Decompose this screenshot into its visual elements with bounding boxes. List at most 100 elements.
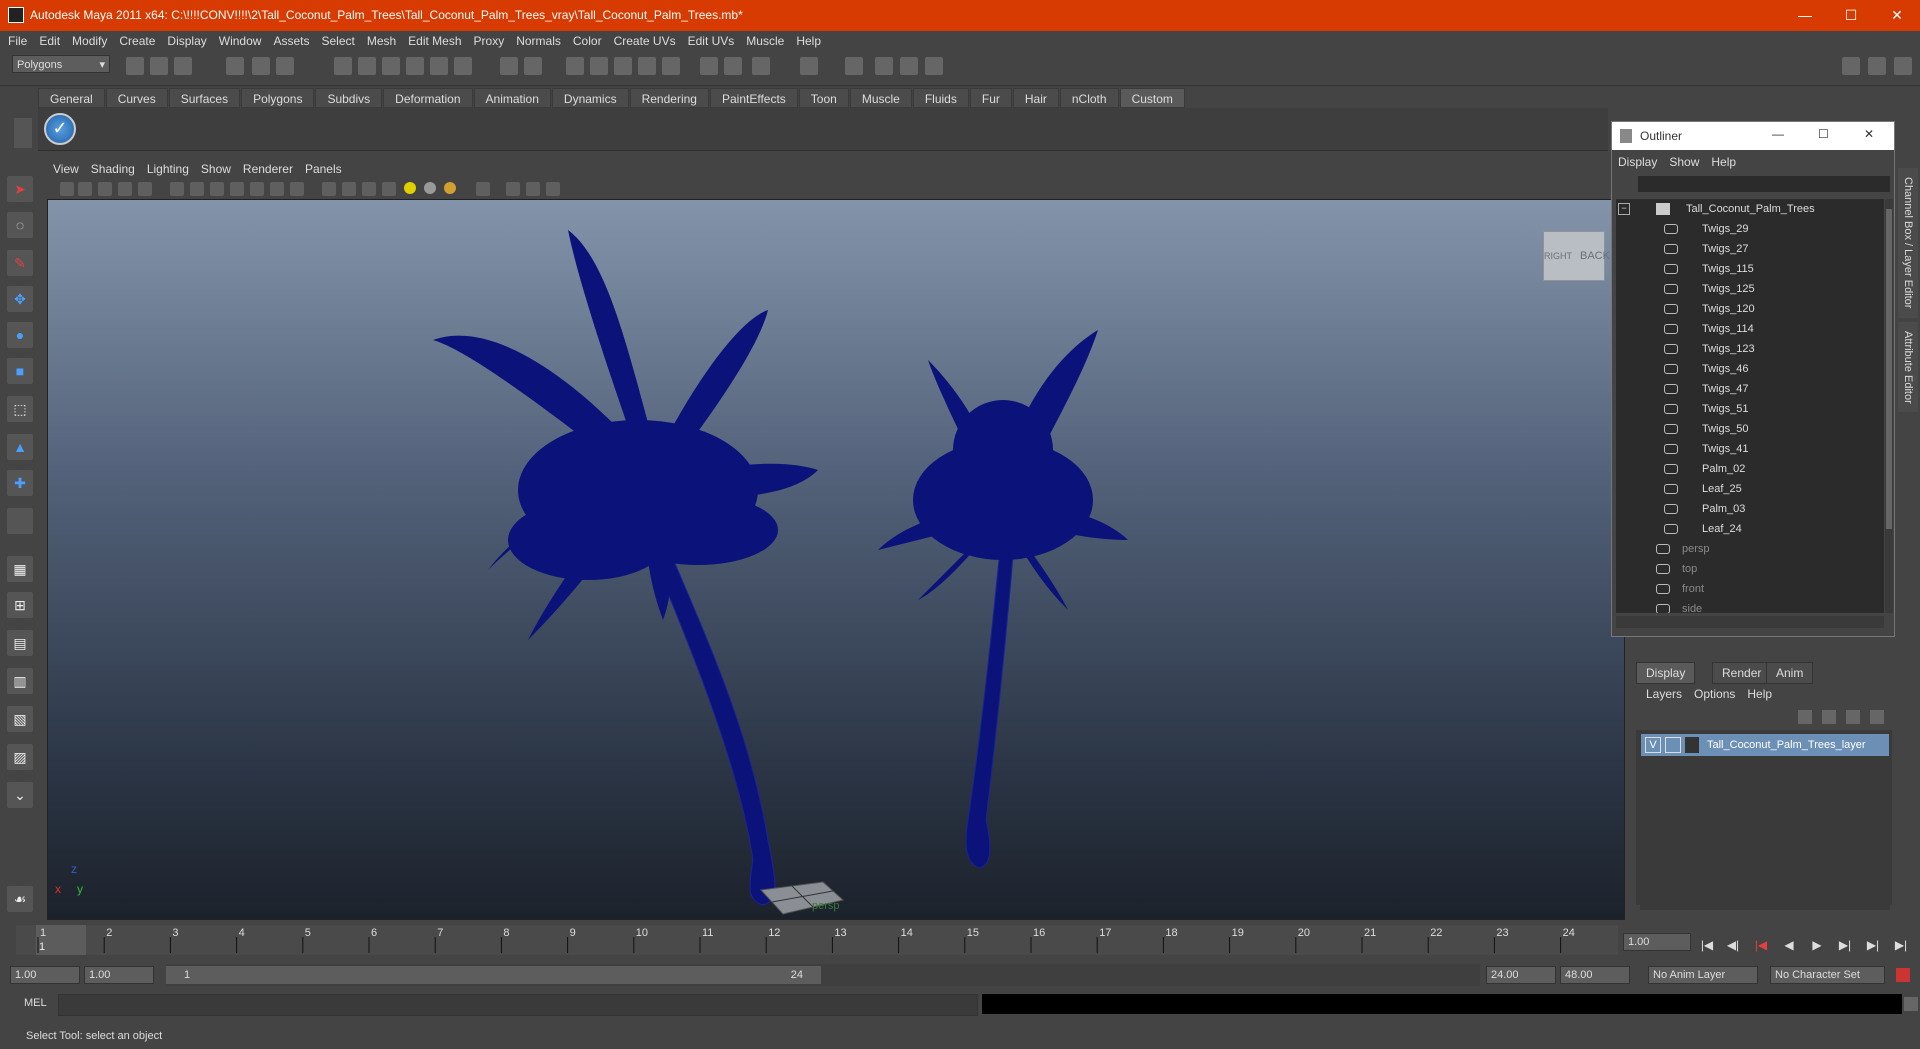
show-manipulator-tool-icon[interactable]: ✚ <box>7 470 33 496</box>
use-all-lights-icon[interactable] <box>404 182 416 194</box>
menu-mesh[interactable]: Mesh <box>361 31 402 51</box>
shelf-tab-hair[interactable]: Hair <box>1012 88 1059 108</box>
collapse-icon[interactable]: − <box>1618 203 1630 215</box>
soft-modification-tool-icon[interactable]: ▲ <box>7 434 33 460</box>
outliner-item[interactable]: Twigs_41 <box>1616 439 1884 459</box>
layer-visibility-toggle[interactable]: V <box>1645 737 1661 753</box>
snap-grid-icon[interactable] <box>334 57 352 75</box>
outliner-camera-item[interactable]: persp <box>1616 539 1884 559</box>
menu-muscle[interactable]: Muscle <box>740 31 790 51</box>
shelf-tab-dynamics[interactable]: Dynamics <box>551 88 629 108</box>
outliner-close-button[interactable]: ✕ <box>1864 127 1874 141</box>
go-to-end-icon[interactable]: ▶| <box>1891 935 1911 955</box>
menu-color[interactable]: Color <box>567 31 608 51</box>
outliner-vertical-scrollbar[interactable] <box>1885 199 1893 613</box>
shelf-tab-curves[interactable]: Curves <box>105 88 168 108</box>
outliner-scrollbar-thumb[interactable] <box>1886 209 1892 529</box>
step-forward-key-icon[interactable]: ▶| <box>1863 935 1883 955</box>
shelf-tab-fluids[interactable]: Fluids <box>912 88 969 108</box>
attribute-toggle-icon[interactable] <box>752 57 770 75</box>
hypergraph-icon[interactable] <box>875 57 893 75</box>
outliner-maximize-button[interactable]: ☐ <box>1818 127 1829 141</box>
outliner-item[interactable]: Twigs_123 <box>1616 339 1884 359</box>
input-ops-icon[interactable] <box>454 57 472 75</box>
select-by-hierarchy-icon[interactable] <box>226 57 244 75</box>
snap-view-plane-icon[interactable] <box>406 57 424 75</box>
shelf-tab-rendering[interactable]: Rendering <box>629 88 709 108</box>
outliner-item[interactable]: Twigs_115 <box>1616 259 1884 279</box>
rotate-tool-icon[interactable]: ● <box>7 322 33 348</box>
new-layer-selected-icon[interactable] <box>1822 710 1836 724</box>
shelf-tab-surfaces[interactable]: Surfaces <box>168 88 241 108</box>
field-chart-icon[interactable] <box>250 182 264 196</box>
open-scene-icon[interactable] <box>150 57 168 75</box>
outliner-root-item[interactable]: − Tall_Coconut_Palm_Trees <box>1616 199 1884 219</box>
step-back-key-icon[interactable]: ◀| <box>1723 935 1743 955</box>
menu-normals[interactable]: Normals <box>510 31 567 51</box>
persp-outliner-layout-icon[interactable]: ▤ <box>7 630 33 656</box>
current-time-field[interactable]: 1.00 <box>1623 933 1691 951</box>
panel-menu-panels[interactable]: Panels <box>299 159 348 179</box>
menu-set-selector[interactable]: Polygons ▾ <box>12 55 110 73</box>
graph-layout-icon[interactable]: ▨ <box>7 744 33 770</box>
go-to-start-icon[interactable]: |◀ <box>1697 935 1717 955</box>
playback-start-field[interactable]: 1.00 <box>84 966 154 984</box>
shelf-tab-painteffects[interactable]: PaintEffects <box>709 88 798 108</box>
outliner-horizontal-scrollbar[interactable] <box>1616 616 1884 628</box>
perspective-viewport[interactable] <box>47 199 1625 920</box>
time-slider[interactable]: 1 1 2 3 4 5 6 7 8 9 10 11 12 13 14 15 16 17 18 19 20 21 22 23 24 <box>16 925 1618 955</box>
camera-attributes-icon[interactable] <box>78 182 92 196</box>
end-time-field[interactable]: 48.00 <box>1560 966 1630 984</box>
menu-window[interactable]: Window <box>213 31 268 51</box>
menu-help[interactable]: Help <box>790 31 827 51</box>
outliner-item[interactable]: Twigs_47 <box>1616 379 1884 399</box>
select-by-component-icon[interactable] <box>276 57 294 75</box>
outliner-item[interactable]: Twigs_51 <box>1616 399 1884 419</box>
tool-settings-icon[interactable]: ☙ <box>7 886 33 912</box>
show-channel-box-icon[interactable] <box>1894 57 1912 75</box>
shelf-tab-toon[interactable]: Toon <box>798 88 849 108</box>
four-pane-layout-icon[interactable]: ⊞ <box>7 592 33 618</box>
layer-from-selection-icon[interactable] <box>1870 710 1884 724</box>
menu-edit-mesh[interactable]: Edit Mesh <box>402 31 467 51</box>
close-button[interactable]: ✕ <box>1874 0 1920 31</box>
outliner-item[interactable]: Leaf_25 <box>1616 479 1884 499</box>
start-time-field[interactable]: 1.00 <box>10 966 80 984</box>
frame-selection-icon[interactable] <box>724 57 742 75</box>
shelf-tab-subdivs[interactable]: Subdivs <box>315 88 383 108</box>
script-editor-icon[interactable] <box>925 57 943 75</box>
render-settings-icon[interactable] <box>614 57 632 75</box>
layer-tab-display[interactable]: Display <box>1636 662 1696 684</box>
script-editor-button-icon[interactable] <box>1904 997 1918 1011</box>
outliner-item[interactable]: Leaf_24 <box>1616 519 1884 539</box>
grid-icon[interactable] <box>170 182 184 196</box>
outliner-camera-item[interactable]: side <box>1616 599 1884 613</box>
play-forwards-icon[interactable]: ▶ <box>1807 935 1827 955</box>
outliner-minimize-button[interactable]: — <box>1772 127 1784 141</box>
outliner-camera-item[interactable]: front <box>1616 579 1884 599</box>
menu-edit[interactable]: Edit <box>33 31 66 51</box>
shadows-icon[interactable] <box>424 182 436 194</box>
shelf-tab-general[interactable]: General <box>38 88 105 108</box>
gate-mask-icon[interactable] <box>230 182 244 196</box>
shelf-tab-animation[interactable]: Animation <box>473 88 551 108</box>
layer-display-type-toggle[interactable] <box>1665 737 1681 753</box>
layer-menu-options[interactable]: Options <box>1688 684 1741 704</box>
save-scene-icon[interactable] <box>174 57 192 75</box>
panel-menu-shading[interactable]: Shading <box>85 159 141 179</box>
last-tool-icon[interactable] <box>7 508 33 534</box>
select-by-object-icon[interactable] <box>252 57 270 75</box>
panel-menu-renderer[interactable]: Renderer <box>237 159 299 179</box>
resolution-gate-icon[interactable] <box>210 182 224 196</box>
outliner-item[interactable]: Twigs_46 <box>1616 359 1884 379</box>
xray-icon[interactable] <box>506 182 520 196</box>
menu-modify[interactable]: Modify <box>66 31 113 51</box>
shelf-tab-polygons[interactable]: Polygons <box>241 88 315 108</box>
layer-horizontal-scrollbar[interactable] <box>1640 898 1890 910</box>
menu-proxy[interactable]: Proxy <box>468 31 511 51</box>
shelf-tab-muscle[interactable]: Muscle <box>849 88 912 108</box>
range-slider-bar[interactable]: 1 24 <box>166 966 821 984</box>
high-quality-lighting-icon[interactable] <box>444 182 456 194</box>
panel-menu-view[interactable]: View <box>47 159 85 179</box>
step-back-frame-icon[interactable]: |◀ <box>1751 935 1771 955</box>
